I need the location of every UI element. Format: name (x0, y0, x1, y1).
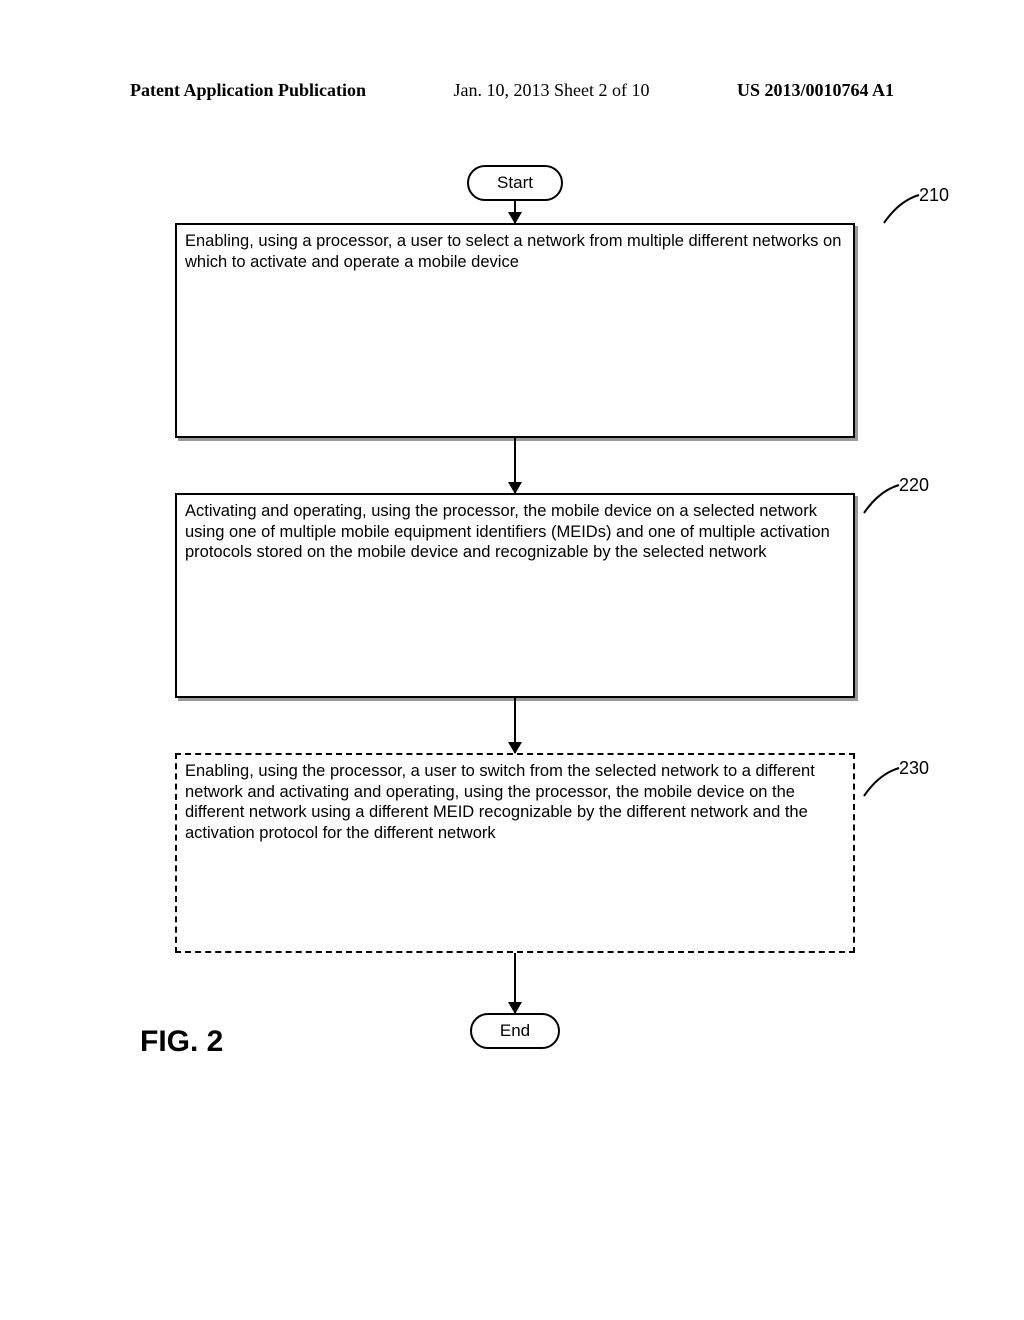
ref-210: 210 (919, 185, 949, 206)
ref-curve-icon (849, 766, 919, 806)
ref-curve-icon (849, 483, 919, 523)
box-220-text: Activating and operating, using the proc… (185, 502, 830, 561)
header-right: US 2013/0010764 A1 (737, 80, 894, 101)
arrow-4 (175, 953, 855, 1013)
page-header: Patent Application Publication Jan. 10, … (0, 80, 1024, 101)
flowchart: Start Enabling, using a processor, a use… (175, 165, 855, 1049)
box-210-text: Enabling, using a processor, a user to s… (185, 232, 841, 271)
end-label: End (470, 1013, 560, 1049)
end-terminal: End (175, 1013, 855, 1049)
arrow-3 (175, 698, 855, 753)
box-230-text: Enabling, using the processor, a user to… (185, 762, 815, 842)
header-left: Patent Application Publication (130, 80, 366, 101)
box-230: Enabling, using the processor, a user to… (175, 753, 855, 953)
arrow-1 (175, 201, 855, 223)
box-220: Activating and operating, using the proc… (175, 493, 855, 698)
start-terminal: Start (175, 165, 855, 201)
ref-curve-icon (869, 193, 939, 233)
ref-230: 230 (899, 758, 929, 779)
start-label: Start (467, 165, 563, 201)
header-center: Jan. 10, 2013 Sheet 2 of 10 (454, 80, 650, 101)
figure-label: FIG. 2 (140, 1025, 223, 1059)
box-210: Enabling, using a processor, a user to s… (175, 223, 855, 438)
ref-220: 220 (899, 475, 929, 496)
arrow-2 (175, 438, 855, 493)
